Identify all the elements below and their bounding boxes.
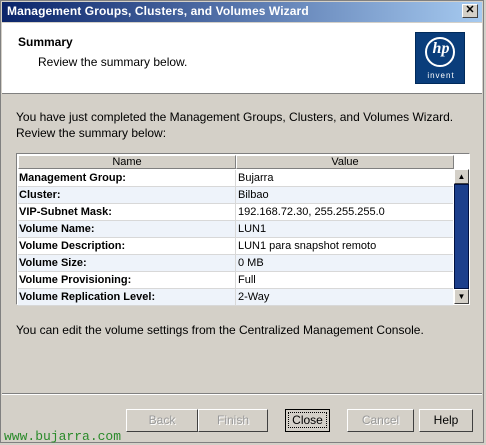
page-subtitle: Review the summary below.: [38, 55, 188, 69]
page-title: Summary: [18, 35, 73, 49]
row-name: Volume Replication Level:: [19, 289, 236, 305]
footer-note: You can edit the volume settings from th…: [16, 323, 424, 337]
title-bar[interactable]: Management Groups, Clusters, and Volumes…: [2, 2, 482, 22]
row-name: Volume Name:: [19, 221, 236, 237]
row-name: Volume Description:: [19, 238, 236, 254]
close-button[interactable]: Close: [285, 409, 330, 432]
table-row[interactable]: Cluster: Bilbao: [18, 187, 453, 204]
row-name: Volume Provisioning:: [19, 272, 236, 288]
row-name: VIP-Subnet Mask:: [19, 204, 236, 220]
table-body: Management Group: Bujarra Cluster: Bilbao …: [18, 170, 453, 306]
back-button[interactable]: Back: [126, 409, 198, 432]
table-row[interactable]: VIP-Subnet Mask: 192.168.72.30, 255.255.2…: [18, 204, 453, 221]
row-value: LUN1: [238, 223, 267, 235]
scroll-up-icon[interactable]: ▲: [454, 169, 469, 184]
column-header-name[interactable]: Name: [18, 155, 236, 169]
button-separator: [2, 393, 482, 395]
row-value: LUN1 para snapshot remoto: [238, 240, 377, 252]
row-value: 0 MB: [238, 257, 264, 269]
table-scrollbar[interactable]: ▲ ▼: [454, 169, 469, 304]
table-row[interactable]: Volume Name: LUN1: [18, 221, 453, 238]
close-button-label: Close: [288, 412, 327, 428]
wizard-header: Summary Review the summary below. hp inv…: [2, 23, 482, 94]
table-row[interactable]: Management Group: Bujarra: [18, 170, 453, 187]
row-name: Cluster:: [19, 187, 236, 203]
hp-logo-text: hp: [432, 40, 450, 57]
finish-button[interactable]: Finish: [198, 409, 268, 432]
row-value: Full: [238, 274, 256, 286]
scroll-down-icon[interactable]: ▼: [454, 289, 469, 304]
summary-table: Name Value Management Group: Bujarra Clus…: [16, 153, 470, 306]
table-row[interactable]: Volume Replication Level: 2-Way: [18, 289, 453, 306]
table-header: Name Value: [18, 155, 454, 170]
row-value: 2-Way: [238, 291, 270, 303]
row-name: Management Group:: [19, 170, 236, 186]
row-value: Bujarra: [238, 172, 274, 184]
table-row[interactable]: Volume Size: 0 MB: [18, 255, 453, 272]
cancel-button[interactable]: Cancel: [347, 409, 414, 432]
column-header-value[interactable]: Value: [236, 155, 454, 169]
watermark: www.bujarra.com: [4, 429, 122, 444]
row-value: 192.168.72.30, 255.255.255.0: [238, 206, 385, 218]
table-row[interactable]: Volume Description: LUN1 para snapshot re…: [18, 238, 453, 255]
scroll-thumb[interactable]: [454, 184, 469, 289]
table-row[interactable]: Volume Provisioning: Full: [18, 272, 453, 289]
help-button[interactable]: Help: [419, 409, 473, 432]
window-title: Management Groups, Clusters, and Volumes…: [7, 4, 309, 18]
close-icon[interactable]: ✕: [462, 4, 478, 18]
row-name: Volume Size:: [19, 255, 236, 271]
hp-logo: hp invent: [415, 32, 465, 84]
row-value: Bilbao: [238, 189, 269, 201]
intro-text: You have just completed the Management G…: [16, 110, 454, 140]
wizard-window: Management Groups, Clusters, and Volumes…: [0, 0, 484, 444]
hp-logo-tagline: invent: [427, 71, 455, 80]
